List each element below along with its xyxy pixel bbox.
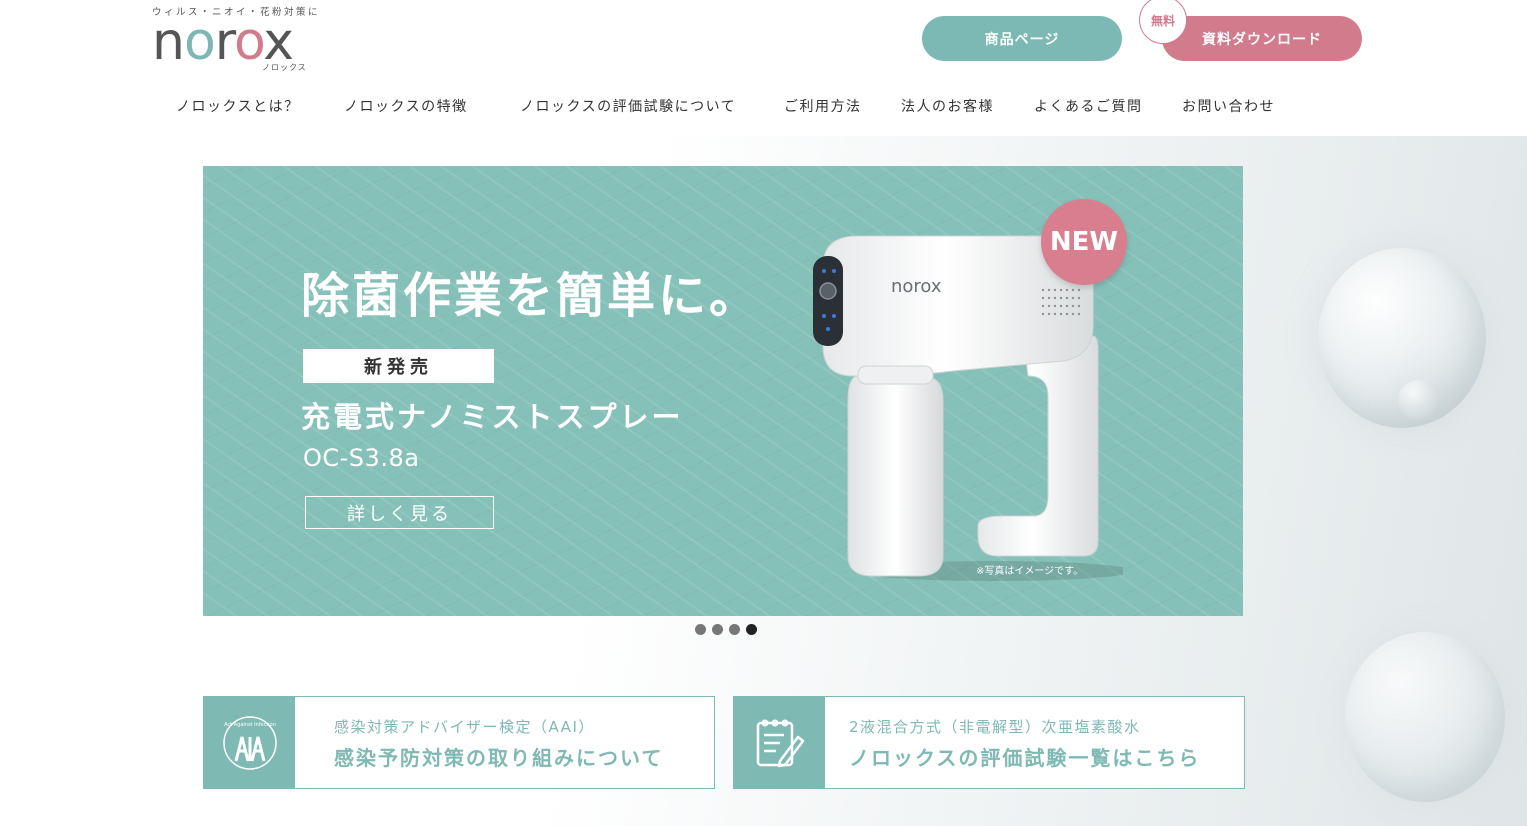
nav-item-about[interactable]: ノロックスとは？: [176, 96, 300, 116]
hero-headline: 除菌作業を簡単に。: [301, 268, 761, 324]
nav-item-evaluation[interactable]: ノロックスの評価試験について: [520, 96, 736, 116]
logo-kana: ノロックス: [262, 63, 307, 72]
hero-subtitle: 充電式ナノミストスプレー: [301, 400, 684, 434]
hero-model-number: OC-S3.8a: [303, 444, 420, 472]
logo-wordmark: norox: [152, 12, 294, 72]
product-page-button[interactable]: 商品ページ: [922, 16, 1122, 61]
slider-dot-2[interactable]: [712, 624, 723, 635]
card-subtitle: 2液混合方式（非電解型）次亜塩素酸水: [849, 718, 1141, 736]
main-nav: ノロックスとは？ ノロックスの特徴 ノロックスの評価試験について ご利用方法 法…: [0, 96, 1527, 116]
card-subtitle: 感染対策アドバイザー検定（AAI）: [334, 718, 595, 736]
aai-infection-control-card[interactable]: Act Against Infection 感染対策アドバイザー検定（AAI） …: [203, 696, 715, 789]
slider-pagination: [695, 624, 757, 635]
new-badge: NEW: [1041, 199, 1127, 285]
aai-logo-icon: Act Against Infection: [204, 697, 295, 788]
new-release-tag: 新発売: [303, 349, 494, 383]
nav-item-features[interactable]: ノロックスの特徴: [344, 96, 468, 116]
product-brand-text: norox: [891, 276, 942, 297]
download-materials-button[interactable]: 資料ダウンロード: [1162, 16, 1362, 61]
learn-more-button[interactable]: 詳しく見る: [305, 496, 494, 529]
evaluation-tests-card[interactable]: 2液混合方式（非電解型）次亜塩素酸水 ノロックスの評価試験一覧はこちら: [733, 696, 1245, 789]
site-logo[interactable]: ウィルス・ニオイ・花粉対策に norox ノロックス: [152, 4, 352, 74]
aai-logo-text: Act Against Infection: [224, 722, 276, 728]
slider-dot-4-active[interactable]: [746, 624, 757, 635]
nav-item-business[interactable]: 法人のお客様: [901, 96, 994, 116]
image-disclaimer: ※写真はイメージです。: [976, 566, 1084, 577]
slider-dot-3[interactable]: [729, 624, 740, 635]
hero-slide[interactable]: 除菌作業を簡単に。 新発売 充電式ナノミストスプレー OC-S3.8a 詳しく見…: [203, 166, 1243, 616]
card-title: 感染予防対策の取り組みについて: [334, 746, 664, 770]
checklist-pencil-icon: [734, 697, 825, 788]
nav-item-usage[interactable]: ご利用方法: [784, 96, 862, 116]
card-title: ノロックスの評価試験一覧はこちら: [849, 746, 1201, 770]
small-droplet-decoration: [1398, 380, 1440, 420]
nav-item-faq[interactable]: よくあるご質問: [1034, 96, 1143, 116]
slider-dot-1[interactable]: [695, 624, 706, 635]
water-droplet-decoration-bottom: [1345, 632, 1505, 802]
nav-item-contact[interactable]: お問い合わせ: [1182, 96, 1275, 116]
